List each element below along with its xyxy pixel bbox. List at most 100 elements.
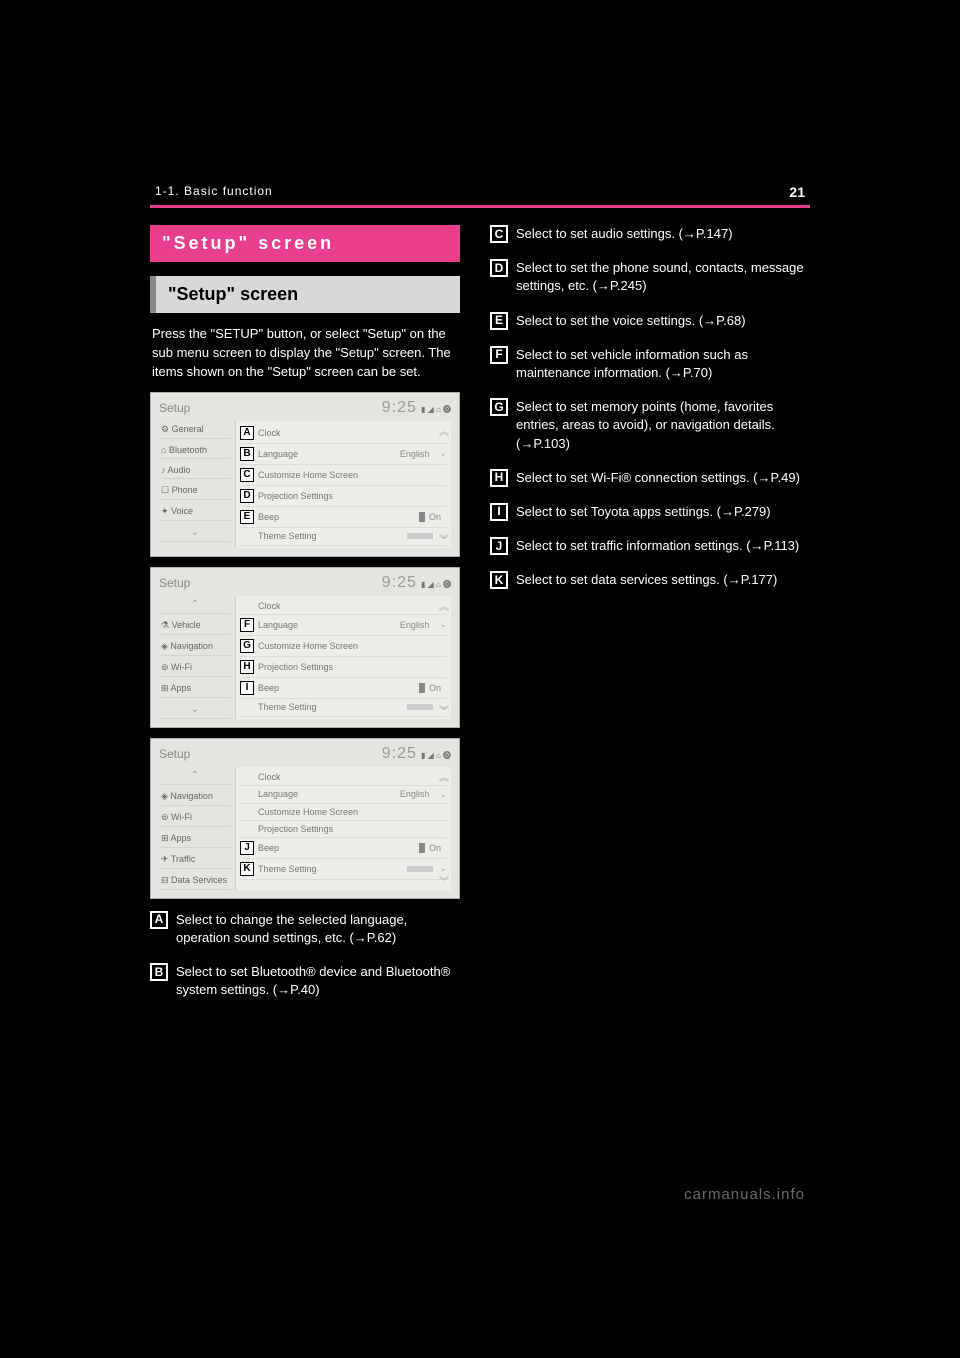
- settings-row: EBeepOn: [240, 507, 447, 528]
- callout-letter-d: D: [240, 489, 254, 503]
- callout-badge-f: F: [490, 346, 508, 364]
- ss2-status-icons: ▮ ◢ ⌂ ⓿: [421, 580, 451, 589]
- callout-g: G Select to set memory points (home, fav…: [490, 398, 810, 453]
- row-label: Beep: [258, 683, 415, 693]
- callout-badge-e: E: [490, 312, 508, 330]
- callout-badge-c: C: [490, 225, 508, 243]
- callout-text: Select to set audio settings. (→P.147): [516, 225, 810, 243]
- settings-row: Theme Setting⌄: [240, 699, 447, 717]
- settings-row: A Clock: [240, 423, 447, 444]
- row-label: Customize Home Screen: [258, 807, 447, 817]
- ss2-main: ︽ Clock FLanguageEnglish⌄ GCustomize Hom…: [235, 596, 451, 719]
- row-label: Customize Home Screen: [258, 641, 447, 651]
- screenshot-1: Setup 9:25▮ ◢ ⌂ ⓿ ⚙ General ⌂ Bluetooth …: [150, 392, 460, 557]
- callout-letter-c: C: [240, 468, 254, 482]
- row-label: Projection Settings: [258, 662, 447, 672]
- sidebar-scroll-down: ⌄: [159, 524, 231, 542]
- ss2-title: Setup: [159, 576, 190, 590]
- sidebar-item: ⌂ Bluetooth: [159, 442, 231, 459]
- callout-letter-g: G: [240, 639, 254, 653]
- callout-b: B Select to set Bluetooth® device and Bl…: [150, 963, 460, 999]
- ss1-main: ︽ AClock BLanguageEnglish⌄ CCustomize Ho…: [235, 421, 451, 548]
- callout-k: K Select to set data services settings. …: [490, 571, 810, 589]
- callout-i: I Select to set Toyota apps settings. (→…: [490, 503, 810, 521]
- theme-lines-icon: [407, 704, 433, 710]
- theme-lines-icon: [407, 866, 433, 872]
- settings-row: Customize Home Screen: [240, 804, 447, 821]
- settings-row: Clock: [240, 598, 447, 615]
- callout-badge-i: I: [490, 503, 508, 521]
- callout-text: Select to set vehicle information such a…: [516, 346, 810, 382]
- callout-d: D Select to set the phone sound, contact…: [490, 259, 810, 295]
- ss1-sidebar: ⚙ General ⌂ Bluetooth ♪ Audio ☐ Phone ✦ …: [159, 421, 231, 548]
- sidebar-item: ◈ Navigation: [159, 638, 231, 656]
- callout-badge-j: J: [490, 537, 508, 555]
- settings-row: FLanguageEnglish⌄: [240, 615, 447, 636]
- callout-badge-a: A: [150, 911, 168, 929]
- row-label: Theme Setting: [258, 702, 403, 712]
- settings-row: CCustomize Home Screen: [240, 465, 447, 486]
- callout-e: E Select to set the voice settings. (→P.…: [490, 312, 810, 330]
- sidebar-scroll-up: ⌃: [159, 596, 231, 614]
- scroll-down-icon: ︾: [439, 873, 449, 888]
- sidebar-item: ⊜ Wi-Fi: [159, 809, 231, 827]
- settings-row: KTheme Setting⌄: [240, 859, 447, 880]
- sidebar-item: ⊞ Apps: [159, 680, 231, 698]
- row-label: Clock: [258, 601, 447, 611]
- row-label: Projection Settings: [258, 824, 447, 834]
- page-number: 21: [789, 184, 805, 200]
- sidebar-scroll-down: ⌄: [159, 701, 231, 719]
- callout-text: Select to set the voice settings. (→P.68…: [516, 312, 810, 330]
- callout-text: Select to set Wi-Fi® connection settings…: [516, 469, 810, 487]
- chevron-down-icon: ⌄: [439, 619, 447, 630]
- settings-row: HProjection Settings: [240, 657, 447, 678]
- settings-row: LanguageEnglish⌄: [240, 786, 447, 804]
- callout-f: F Select to set vehicle information such…: [490, 346, 810, 382]
- callout-badge-g: G: [490, 398, 508, 416]
- callout-letter-k: K: [240, 862, 254, 876]
- callout-text: Select to set Bluetooth® device and Blue…: [176, 963, 460, 999]
- settings-row: Projection Settings: [240, 821, 447, 838]
- screenshot-2: Setup 9:25 ▮ ◢ ⌂ ⓿ ⌃ ⚗ Vehicle ◈ Navigati…: [150, 567, 460, 728]
- chevron-down-icon: ⌄: [439, 448, 447, 459]
- sidebar-item: ⚗ Vehicle: [159, 617, 231, 635]
- sidebar-item: ⊜ Wi-Fi: [159, 659, 231, 677]
- subsection-title-bar: "Setup" screen: [150, 276, 460, 313]
- row-label: Theme Setting: [258, 531, 403, 541]
- scroll-up-icon: ︽: [439, 598, 449, 613]
- sidebar-item: ⊟ Data Services: [159, 872, 231, 890]
- ss2-time: 9:25: [382, 574, 417, 591]
- screenshot-3: Setup 9:25▮ ◢ ⌂ ⓿ ⌃ ◈ Navigation ⊜ Wi-Fi…: [150, 738, 460, 899]
- row-label: Beep: [258, 512, 415, 522]
- settings-row: BLanguageEnglish⌄: [240, 444, 447, 465]
- row-label: Beep: [258, 843, 415, 853]
- settings-row: Clock: [240, 769, 447, 786]
- callout-text: Select to change the selected language, …: [176, 911, 460, 947]
- scroll-down-icon: ︾: [439, 531, 449, 546]
- ss3-title: Setup: [159, 747, 190, 761]
- row-value: English: [400, 449, 430, 459]
- callout-text: Select to set the phone sound, contacts,…: [516, 259, 810, 295]
- ss3-time: 9:25: [382, 745, 417, 762]
- row-label: Language: [258, 620, 396, 630]
- callout-letter-j: J: [240, 841, 254, 855]
- callout-letter-i: I: [240, 681, 254, 695]
- ss1-title: Setup: [159, 401, 190, 415]
- row-label: Clock: [258, 428, 447, 438]
- callout-badge-d: D: [490, 259, 508, 277]
- sidebar-item: ⚙ General: [159, 421, 231, 439]
- callout-text: Select to set memory points (home, favor…: [516, 398, 810, 453]
- callout-badge-h: H: [490, 469, 508, 487]
- row-value: On: [429, 683, 441, 693]
- row-value: English: [400, 620, 430, 630]
- theme-lines-icon: [407, 533, 433, 539]
- sidebar-item: ◈ Navigation: [159, 788, 231, 806]
- chapter-label: 1-1. Basic function: [155, 184, 273, 198]
- chevron-down-icon: ⌄: [439, 789, 447, 800]
- toggle-icon: [419, 512, 425, 522]
- ss2-sidebar: ⌃ ⚗ Vehicle ◈ Navigation ⊜ Wi-Fi ⊞ Apps …: [159, 596, 231, 719]
- callout-letter-a: A: [240, 426, 254, 440]
- callout-h: H Select to set Wi-Fi® connection settin…: [490, 469, 810, 487]
- ss3-status-icons: ▮ ◢ ⌂ ⓿: [421, 751, 451, 760]
- row-value: On: [429, 512, 441, 522]
